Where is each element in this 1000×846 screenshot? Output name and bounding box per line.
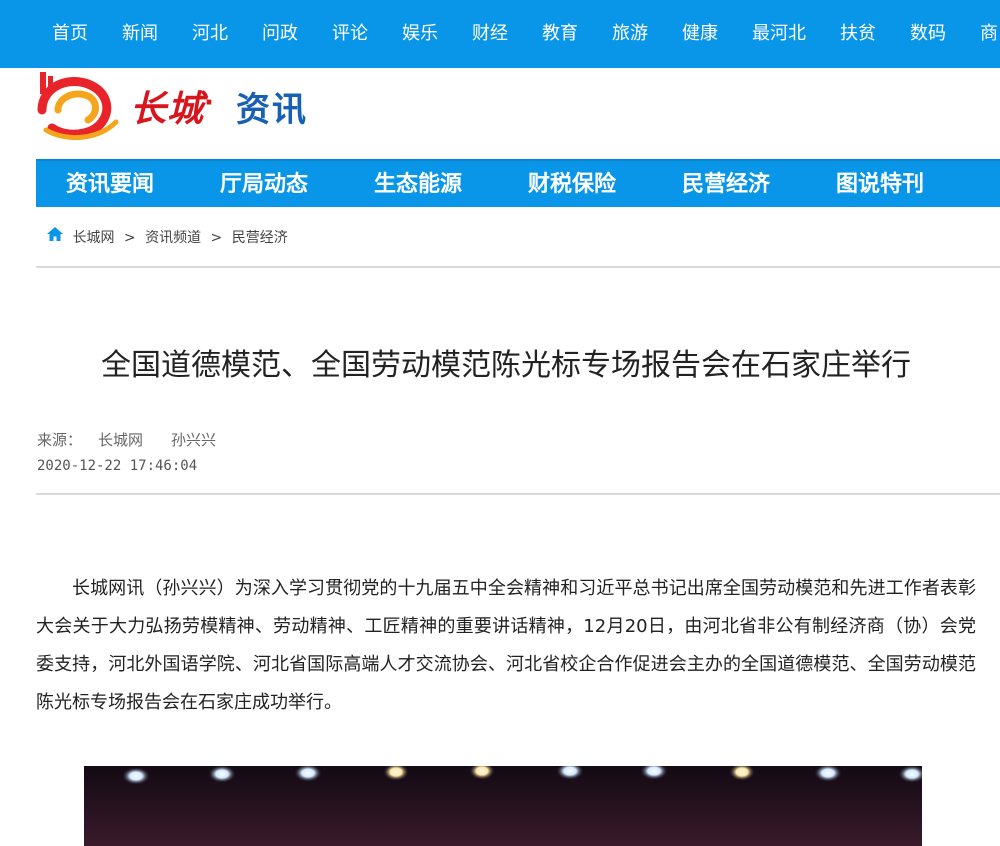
top-nav-item-digital[interactable]: 数码 xyxy=(910,0,946,68)
channel-nav-item-private-economy[interactable]: 民营经济 xyxy=(682,161,770,209)
top-nav: 首页 新闻 河北 问政 评论 娱乐 财经 教育 旅游 健康 最河北 扶贫 数码 … xyxy=(0,0,1000,68)
channel-nav-item-departments[interactable]: 厅局动态 xyxy=(220,161,308,209)
divider xyxy=(36,266,1000,268)
logo-channel-text: 资讯 xyxy=(236,90,308,130)
breadcrumb-separator: > xyxy=(210,230,223,246)
top-nav-item-education[interactable]: 教育 xyxy=(542,0,578,68)
breadcrumb-separator: > xyxy=(123,230,136,246)
top-nav-item-health[interactable]: 健康 xyxy=(682,0,718,68)
top-nav-item-finance[interactable]: 财经 xyxy=(472,0,508,68)
article-title: 全国道德模范、全国劳动模范陈光标专场报告会在石家庄举行 xyxy=(101,348,911,383)
logo-dot: · xyxy=(204,88,214,118)
article-author: 孙兴兴 xyxy=(171,431,217,449)
logo-emblem-icon xyxy=(37,72,119,141)
breadcrumb-item-section[interactable]: 民营经济 xyxy=(232,230,288,246)
breadcrumb-item-channel[interactable]: 资讯频道 xyxy=(145,230,201,246)
channel-nav-item-news[interactable]: 资讯要闻 xyxy=(66,161,154,209)
top-nav-item-wenzheng[interactable]: 问政 xyxy=(262,0,298,68)
article-source: 长城网 xyxy=(98,431,144,449)
site-logo[interactable]: 长城 · 资讯 xyxy=(36,70,366,142)
breadcrumb: 长城网 > 资讯频道 > 民营经济 xyxy=(46,226,288,250)
article-photo xyxy=(84,766,922,846)
channel-nav: 资讯要闻 厅局动态 生态能源 财税保险 民营经济 图说特刊 xyxy=(36,159,1000,207)
article-paragraph: 长城网讯（孙兴兴）为深入学习贯彻党的十九届五中全会精神和习近平总书记出席全国劳动… xyxy=(36,578,976,713)
article-datetime: 2020-12-22 17:46:04 xyxy=(37,458,198,474)
top-nav-item-entertainment[interactable]: 娱乐 xyxy=(402,0,438,68)
top-nav-item-poverty[interactable]: 扶贫 xyxy=(840,0,876,68)
channel-nav-item-ecology[interactable]: 生态能源 xyxy=(374,161,462,209)
home-icon[interactable] xyxy=(46,226,64,250)
top-nav-item-home[interactable]: 首页 xyxy=(52,0,88,68)
top-nav-item-travel[interactable]: 旅游 xyxy=(612,0,648,68)
top-nav-item-news[interactable]: 新闻 xyxy=(122,0,158,68)
source-label: 来源： xyxy=(37,431,83,449)
top-nav-item-zuihebei[interactable]: 最河北 xyxy=(752,0,806,68)
divider xyxy=(36,493,1000,495)
top-nav-item-hebei[interactable]: 河北 xyxy=(192,0,228,68)
logo-brand-text: 长城 xyxy=(130,88,205,130)
top-nav-item-business[interactable]: 商 xyxy=(980,0,998,68)
article-meta: 来源： 长城网 孙兴兴 xyxy=(37,429,216,450)
top-nav-item-comment[interactable]: 评论 xyxy=(332,0,368,68)
channel-nav-item-finance-tax[interactable]: 财税保险 xyxy=(528,161,616,209)
breadcrumb-item-home[interactable]: 长城网 xyxy=(72,230,114,246)
channel-nav-item-photo-special[interactable]: 图说特刊 xyxy=(836,161,924,209)
